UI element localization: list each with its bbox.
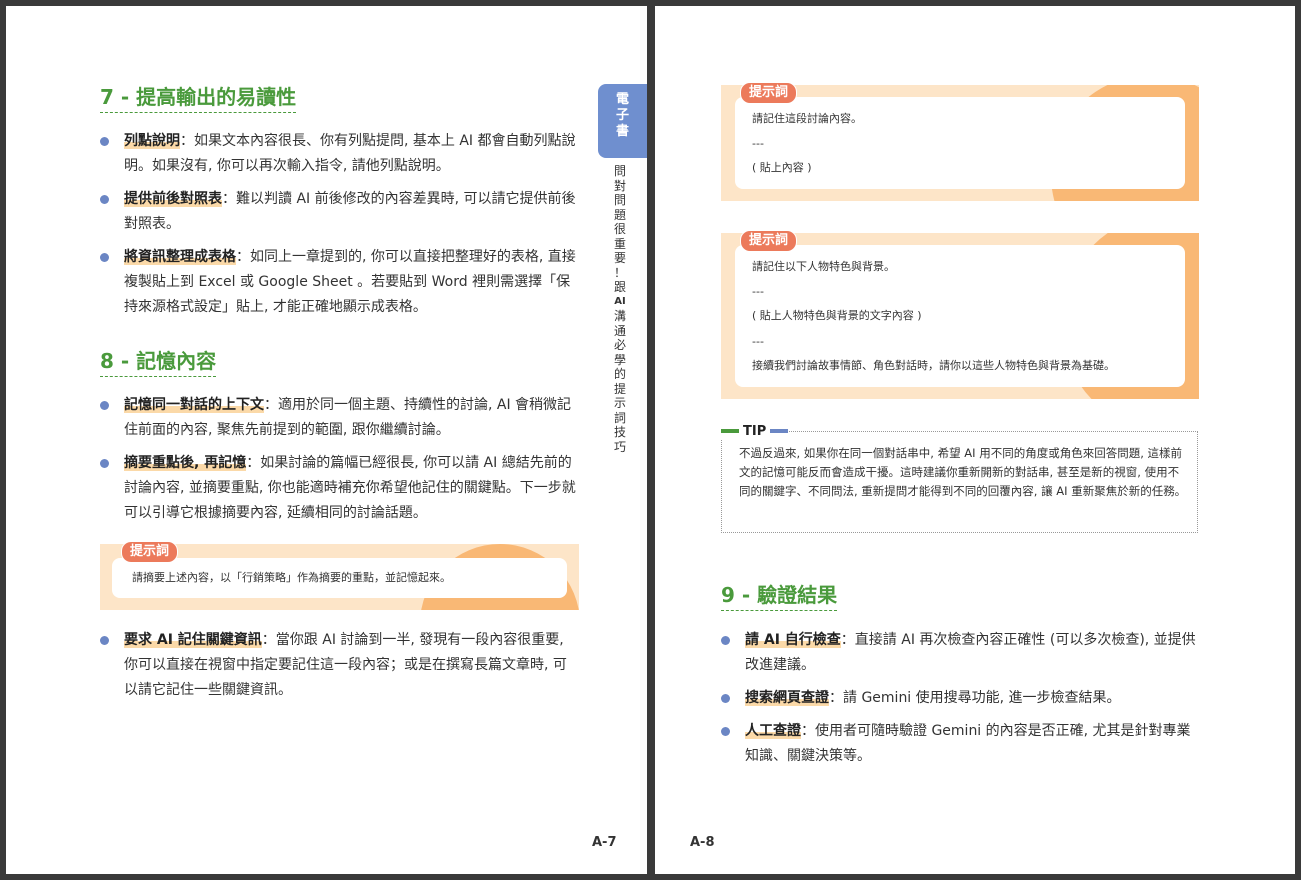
- bullet-icon: [100, 137, 109, 146]
- prompt-line: 接續我們討論故事情節、角色對話時，請你以這些人物特色與背景為基礎。: [752, 359, 1115, 372]
- page-number: A-7: [592, 835, 617, 850]
- vert-char: 很: [613, 222, 626, 236]
- list-item: 人工查證：使用者可隨時驗證 Gemini 的內容是否正確, 尤其是針對專業知識、…: [721, 719, 1201, 769]
- bullet-icon: [100, 636, 109, 645]
- item-key: 將資訊整理成表格: [124, 249, 236, 265]
- bullet-icon: [721, 694, 730, 703]
- tip-header: TIP: [721, 422, 789, 440]
- list-item: 提供前後對照表：難以判讀 AI 前後修改的內容差異時, 可以請它提供前後對照表。: [100, 187, 580, 237]
- vert-char: 技: [613, 425, 626, 439]
- list-item: 請 AI 自行檢查：直接請 AI 再次檢查內容正確性 (可以多次檢查), 並提供…: [721, 628, 1201, 678]
- item-key: 搜索網頁查證: [745, 690, 829, 706]
- page-number: A-8: [690, 835, 715, 850]
- item-key: 摘要重點後, 再記憶: [124, 455, 247, 471]
- bullet-icon: [100, 401, 109, 410]
- vert-char: ！: [613, 265, 626, 280]
- tip-bar-icon: [770, 429, 789, 433]
- vert-char: 重: [613, 236, 626, 251]
- tip-label: TIP: [743, 423, 767, 439]
- vert-char: 巧: [613, 439, 626, 454]
- list-item: 摘要重點後, 再記憶：如果討論的篇幅已經很長, 你可以請 AI 總結先前的討論內…: [100, 451, 580, 526]
- right-page: 提示詞 請記住這段討論內容。 --- ( 貼上內容 ) 提示詞 請記住以下人物特…: [655, 6, 1295, 874]
- prompt-line: ---: [752, 137, 764, 150]
- vert-char: 對: [613, 178, 626, 193]
- section-9-title: 9 - 驗證結果: [721, 582, 838, 611]
- list-item: 列點說明：如果文本內容很長、你有列點提問, 基本上 AI 都會自動列點說明。如果…: [100, 129, 580, 179]
- section-9-list: 請 AI 自行檢查：直接請 AI 再次檢查內容正確性 (可以多次檢查), 並提供…: [721, 628, 1201, 769]
- bullet-icon: [100, 459, 109, 468]
- section-7-list: 列點說明：如果文本內容很長、你有列點提問, 基本上 AI 都會自動列點說明。如果…: [100, 129, 580, 320]
- list-item: 搜索網頁查證：請 Gemini 使用搜尋功能, 進一步檢查結果。: [721, 686, 1201, 711]
- bullet-icon: [721, 727, 730, 736]
- prompt-line: 請記住以下人物特色與背景。: [752, 260, 895, 273]
- prompt-line: ( 貼上人物特色與背景的文字內容 ): [752, 309, 922, 322]
- vert-char: 示: [613, 396, 626, 410]
- list-item: 要求 AI 記住關鍵資訊：當你跟 AI 討論到一半, 發現有一段內容很重要, 你…: [100, 628, 580, 703]
- prompt-label: 提示詞: [740, 230, 798, 252]
- list-item: 將資訊整理成表格：如同上一章提到的, 你可以直接把整理好的表格, 直接複製貼上到…: [100, 245, 580, 320]
- item-text: ：請 Gemini 使用搜尋功能, 進一步檢查結果。: [829, 690, 1121, 706]
- vert-char: 通: [613, 323, 626, 338]
- item-text: ：使用者可隨時驗證 Gemini 的內容是否正確, 尤其是針對專業知識、關鍵決策…: [745, 723, 1191, 764]
- prompt-line: ---: [752, 335, 764, 348]
- tip-bar-icon: [721, 429, 739, 433]
- section-8-list-after: 要求 AI 記住關鍵資訊：當你跟 AI 討論到一半, 發現有一段內容很重要, 你…: [100, 628, 580, 703]
- prompt-inner: [735, 97, 1185, 189]
- item-key: 請 AI 自行檢查: [745, 632, 841, 648]
- item-text: ：如果文本內容很長、你有列點提問, 基本上 AI 都會自動列點說明。如果沒有, …: [124, 133, 576, 174]
- bullet-icon: [100, 195, 109, 204]
- tab-char: 電: [615, 92, 629, 107]
- section-8-list: 記憶同一對話的上下文：適用於同一個主題、持續性的討論, AI 會稍微記住前面的內…: [100, 393, 580, 526]
- vert-char: 提: [613, 381, 626, 396]
- prompt-line: 請摘要上述內容，以「行銷策略」作為摘要的重點，並記憶起來。: [132, 571, 451, 584]
- tab-char: 書: [615, 124, 629, 139]
- prompt-line: ---: [752, 285, 764, 298]
- prompt-box: [721, 85, 1199, 201]
- left-page: 7 - 提高輸出的易讀性 列點說明：如果文本內容很長、你有列點提問, 基本上 A…: [6, 6, 647, 874]
- bullet-icon: [100, 253, 109, 262]
- prompt-label: 提示詞: [740, 82, 798, 104]
- vert-char: 題: [613, 207, 626, 222]
- tab-char: 子: [615, 108, 629, 123]
- section-7-title: 7 - 提高輸出的易讀性: [100, 84, 297, 113]
- prompt-label: 提示詞: [121, 541, 179, 563]
- bullet-icon: [721, 636, 730, 645]
- item-key: 要求 AI 記住關鍵資訊: [124, 632, 262, 648]
- vert-char: 必: [613, 338, 626, 352]
- prompt-line: ( 貼上內容 ): [752, 161, 812, 174]
- tip-text: 不過反過來, 如果你在同一個對話串中, 希望 AI 用不同的角度或角色來回答問題…: [739, 446, 1187, 498]
- prompt-line: 請記住這段討論內容。: [752, 112, 862, 125]
- item-key: 記憶同一對話的上下文: [124, 397, 264, 413]
- vert-char: 學: [613, 352, 626, 367]
- vert-char: 的: [613, 367, 626, 381]
- chapter-tab: 電 子 書: [598, 84, 647, 158]
- vert-char: 溝: [613, 309, 626, 323]
- vert-char: 跟: [613, 280, 626, 294]
- vert-char: 問: [613, 164, 626, 178]
- vert-char: 詞: [613, 410, 626, 425]
- vert-char: AI: [614, 295, 626, 307]
- list-item: 記憶同一對話的上下文：適用於同一個主題、持續性的討論, AI 會稍微記住前面的內…: [100, 393, 580, 443]
- item-key: 提供前後對照表: [124, 191, 222, 207]
- section-8-title: 8 - 記憶內容: [100, 348, 217, 377]
- item-key: 列點說明: [124, 133, 180, 149]
- item-key: 人工查證: [745, 723, 801, 739]
- chapter-title-vertical: 問 對 問 題 很 重 要 ！ 跟 AI 溝 通 必 學 的 提 示 詞 技 巧: [612, 164, 628, 454]
- vert-char: 問: [613, 193, 626, 207]
- vert-char: 要: [613, 251, 626, 265]
